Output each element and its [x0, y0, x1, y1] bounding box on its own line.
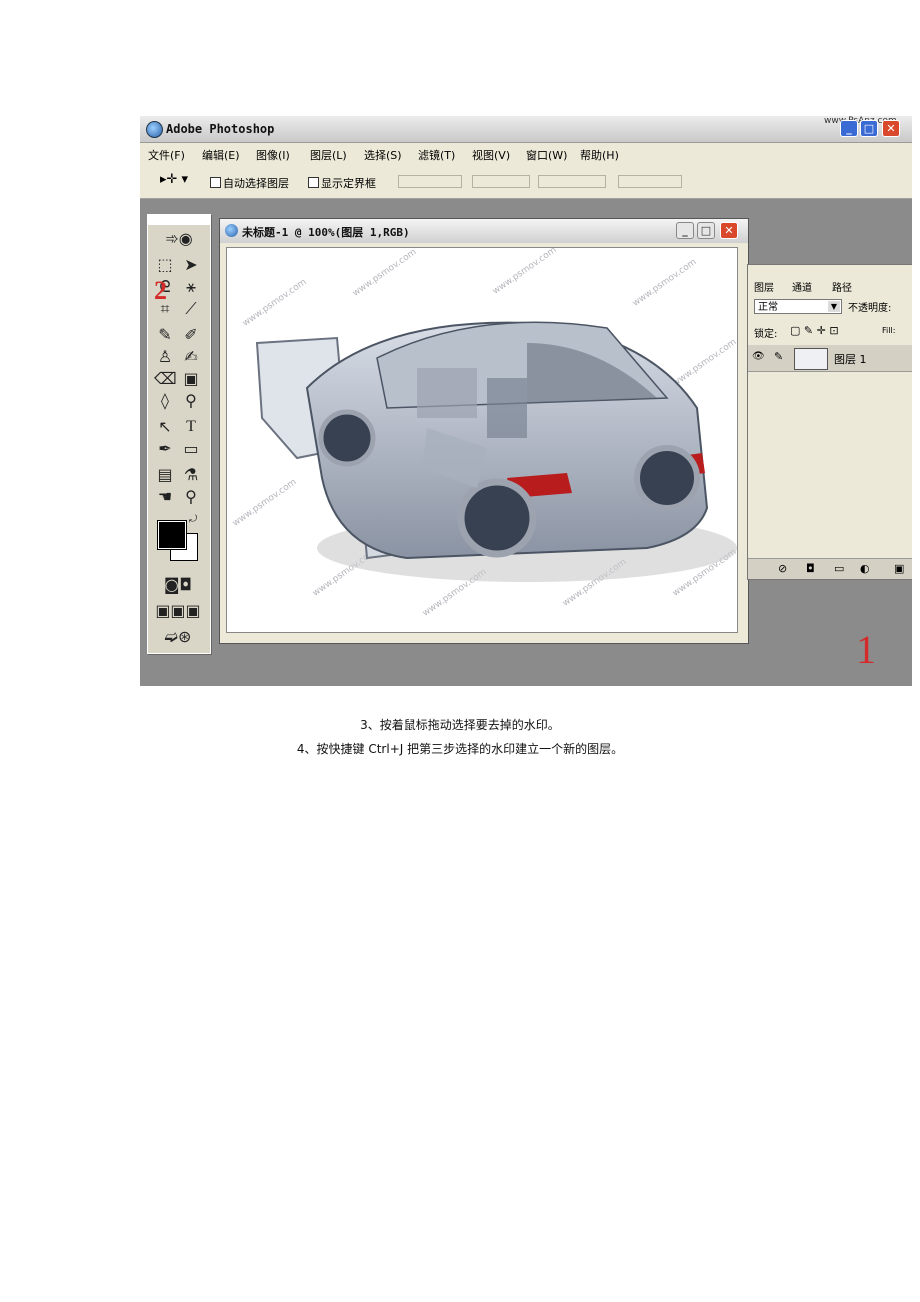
notes-tool-icon[interactable]: ▤ — [154, 465, 176, 485]
caption-step-4: 4、按快捷键 Ctrl+J 把第三步选择的水印建立一个新的图层。 — [296, 742, 624, 756]
menu-layer[interactable]: 图层(L) — [310, 147, 347, 163]
tab-paths[interactable]: 路径 — [832, 279, 852, 294]
image-canvas[interactable]: www.psmov.com www.psmov.com www.psmov.co… — [226, 247, 738, 633]
auto-select-checkbox[interactable]: 自动选择图层 — [210, 175, 289, 191]
new-layer-icon[interactable]: ▣ — [894, 562, 904, 575]
menu-view[interactable]: 视图(V) — [472, 147, 510, 163]
maximize-button[interactable]: □ — [860, 120, 878, 137]
eye-icon[interactable]: 👁 — [752, 351, 765, 362]
menu-window[interactable]: 窗口(W) — [526, 147, 567, 163]
layer-set-icon[interactable]: ▭ — [834, 562, 844, 575]
document-window: 未标题-1 @ 100%(图层 1,RGB) _ □ ✕ www.psmov.c… — [219, 218, 749, 644]
close-button[interactable]: ✕ — [882, 120, 900, 137]
magic-wand-icon[interactable]: ⚹ — [180, 277, 202, 297]
eraser-tool-icon[interactable]: ⌫ — [154, 369, 177, 389]
brush-tool-icon[interactable]: ✐ — [180, 325, 202, 345]
type-tool-icon[interactable]: T — [180, 417, 202, 437]
quick-mask-icon[interactable]: ◙◘ — [154, 575, 202, 595]
pen-tool-icon[interactable]: ✒ — [154, 439, 176, 459]
blend-mode-value: 正常 — [758, 302, 778, 313]
menu-select[interactable]: 选择(S) — [364, 147, 402, 163]
distribute-buttons-icon-2[interactable] — [618, 175, 682, 188]
menu-image[interactable]: 图像(I) — [256, 147, 290, 163]
blur-tool-icon[interactable]: ◊ — [154, 391, 176, 411]
document-title-bar: 未标题-1 @ 100%(图层 1,RGB) _ □ ✕ — [220, 219, 748, 243]
hand-tool-icon[interactable]: ☚ — [154, 487, 176, 507]
fill-label: Fill: — [882, 326, 896, 335]
swap-colors-icon[interactable]: ⤾ — [186, 513, 200, 527]
layer-mask-icon[interactable]: ◘ — [806, 562, 815, 575]
marquee-tool-icon[interactable]: ⬚ — [154, 255, 176, 275]
document-title: 未标题-1 @ 100%(图层 1,RGB) — [242, 226, 410, 239]
move-tool-icon[interactable]: ▸✛ ▾ — [160, 172, 188, 187]
gradient-tool-icon[interactable]: ▣ — [180, 369, 202, 389]
doc-maximize-button[interactable]: □ — [697, 222, 715, 239]
layer-row[interactable]: 👁 ✎ 图层 1 — [748, 345, 912, 372]
annotation-marker-2: 2 — [154, 276, 167, 305]
brush-icon: ✎ — [774, 350, 784, 363]
app-title: Adobe Photoshop — [166, 122, 275, 136]
zoom-tool-icon[interactable]: ⚲ — [180, 487, 202, 507]
title-bar: Adobe Photoshop www.PsAnz.com _ □ ✕ — [140, 116, 912, 143]
menu-filter[interactable]: 滤镜(T) — [418, 147, 455, 163]
tab-layers[interactable]: 图层 — [754, 279, 774, 294]
stamp-tool-icon[interactable]: ♙ — [154, 347, 176, 367]
adobe-online-icon[interactable]: ➾◉ — [152, 229, 206, 249]
menu-edit[interactable]: 编辑(E) — [202, 147, 240, 163]
healing-brush-icon[interactable]: ✎ — [154, 325, 176, 345]
distribute-buttons-icon[interactable] — [538, 175, 606, 188]
car-cutaway-illustration — [255, 321, 737, 582]
lock-icons[interactable]: ▢ ✎ ✛ ⊡ — [790, 324, 839, 337]
shape-tool-icon[interactable]: ▭ — [180, 439, 202, 459]
path-select-icon[interactable]: ↖ — [154, 417, 176, 437]
annotation-marker-1: 1 — [856, 627, 876, 672]
jump-to-imageready-icon[interactable]: ➫⊛ — [154, 627, 202, 647]
show-bbox-checkbox[interactable]: 显示定界框 — [308, 175, 376, 191]
eyedropper-icon[interactable]: ⚗ — [180, 465, 202, 485]
toolbox-header — [148, 215, 210, 225]
layer-thumbnail — [794, 348, 828, 370]
photoshop-icon — [146, 121, 163, 138]
move-tool-icon[interactable]: ➤ — [180, 255, 202, 275]
layers-footer: ⊘ ◘ ▭ ◐ ▣ — [748, 558, 912, 579]
lock-label: 锁定: — [754, 329, 778, 340]
doc-close-button[interactable]: ✕ — [720, 222, 738, 239]
chevron-down-icon[interactable]: ▼ — [828, 301, 840, 312]
doc-minimize-button[interactable]: _ — [676, 222, 694, 239]
slice-tool-icon[interactable]: ⟋ — [180, 299, 202, 319]
history-brush-icon[interactable]: ✍ — [180, 347, 202, 367]
menu-bar: 文件(F) 编辑(E) 图像(I) 图层(L) 选择(S) 滤镜(T) 视图(V… — [140, 143, 912, 165]
dodge-tool-icon[interactable]: ⚲ — [180, 391, 202, 411]
caption-step-3: 3、按着鼠标拖动选择要去掉的水印。 — [360, 718, 560, 732]
foreground-color-swatch[interactable] — [157, 520, 187, 550]
tab-channels[interactable]: 通道 — [792, 279, 812, 294]
layer-style-icon[interactable]: ⊘ — [778, 562, 787, 575]
align-buttons-icon[interactable] — [398, 175, 462, 188]
minimize-button[interactable]: _ — [840, 120, 858, 137]
menu-help[interactable]: 帮助(H) — [580, 147, 619, 163]
layers-panel: 图层 通道 路径 正常 ▼ 不透明度: 锁定: ▢ ✎ ✛ ⊡ Fill: 👁 … — [747, 264, 912, 580]
photoshop-screenshot: Adobe Photoshop www.PsAnz.com _ □ ✕ 文件(F… — [140, 116, 912, 686]
align-buttons-icon-2[interactable] — [472, 175, 530, 188]
blend-mode-select[interactable]: 正常 ▼ — [754, 299, 842, 314]
document-icon — [225, 224, 238, 237]
options-bar: ▸✛ ▾ 自动选择图层 显示定界框 — [140, 165, 912, 199]
opacity-label: 不透明度: — [848, 303, 892, 314]
layer-name: 图层 1 — [834, 353, 867, 366]
screen-mode-icon[interactable]: ▣▣▣ — [154, 601, 202, 621]
menu-file[interactable]: 文件(F) — [148, 147, 185, 163]
adjustment-layer-icon[interactable]: ◐ — [860, 562, 870, 575]
